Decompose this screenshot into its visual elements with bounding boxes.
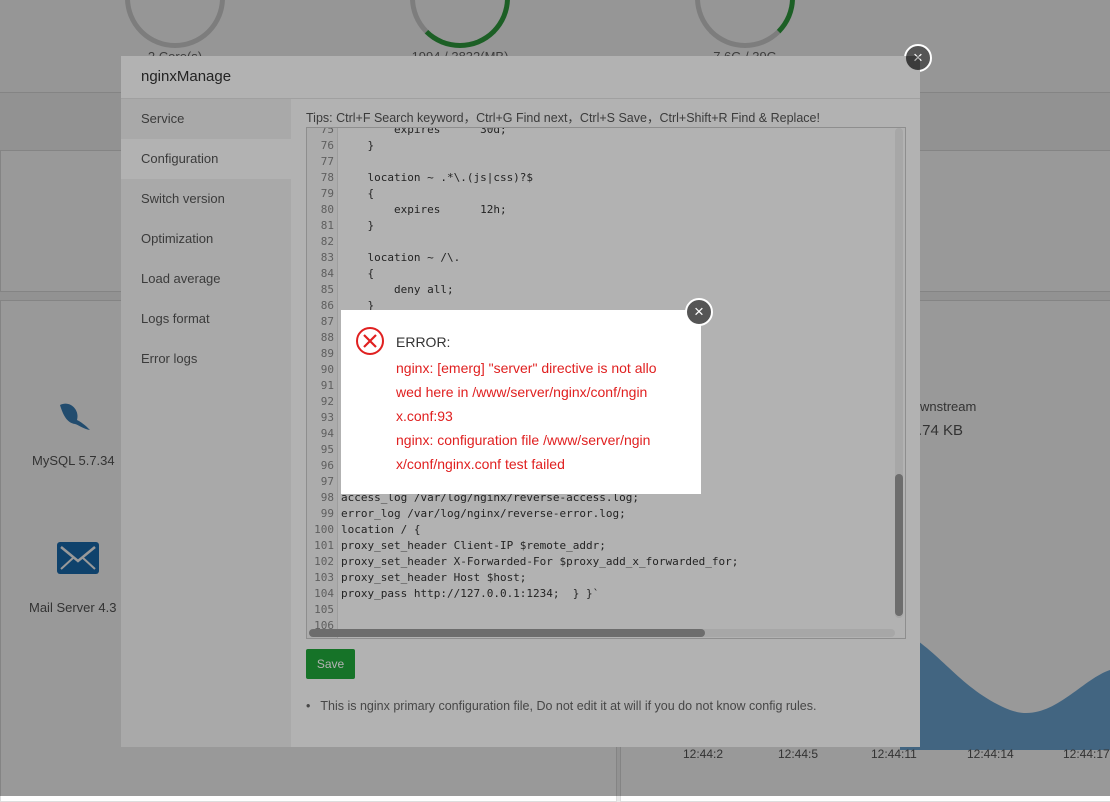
error-title: ERROR: xyxy=(396,334,451,350)
error-message-line: x/conf/nginx.conf test failed xyxy=(396,456,565,472)
error-icon xyxy=(356,327,384,355)
error-message-line: nginx: configuration file /www/server/ng… xyxy=(396,432,651,448)
error-dialog: ERROR: nginx: [emerg] "server" directive… xyxy=(341,310,701,494)
error-message-line: x.conf:93 xyxy=(396,408,453,424)
error-message-line: nginx: [emerg] "server" directive is not… xyxy=(396,360,657,376)
error-message-line: wed here in /www/server/nginx/conf/ngin xyxy=(396,384,648,400)
error-close-icon[interactable]: × xyxy=(685,298,713,326)
error-message: nginx: [emerg] "server" directive is not… xyxy=(396,356,686,476)
